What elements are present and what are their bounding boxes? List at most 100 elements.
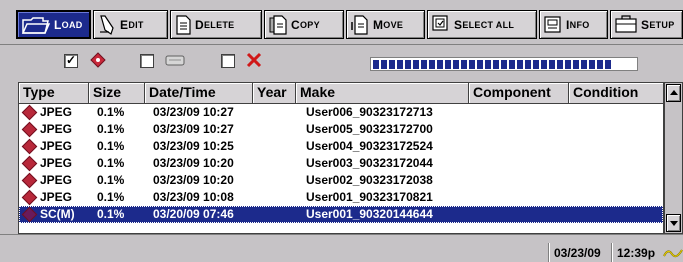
filter-checkbox-tape[interactable]	[140, 54, 154, 68]
scroll-down-button[interactable]	[666, 214, 681, 232]
table-row[interactable]: JPEG 0.1% 03/23/09 10:20 User002_9032317203…	[19, 172, 663, 189]
file-type-icon	[21, 138, 38, 155]
red-x-icon	[244, 50, 264, 73]
cell-component	[469, 104, 569, 121]
cell-year	[253, 155, 296, 172]
table-row[interactable]: JPEG 0.1% 03/23/09 10:27 User005_9032317270…	[19, 121, 663, 138]
column-header-size[interactable]: Size	[89, 83, 145, 103]
setup-button[interactable]: S ETUP	[610, 10, 683, 39]
copy-icon	[269, 14, 287, 35]
progress-segment	[597, 59, 603, 69]
cell-datetime: 03/20/09 07:46	[153, 207, 234, 221]
file-type-icon	[21, 104, 38, 121]
table-body: JPEG 0.1% 03/23/09 10:27 User006_9032317271…	[19, 104, 663, 223]
cell-type: JPEG	[19, 155, 89, 172]
table-row[interactable]: JPEG 0.1% 03/23/09 10:20 User003_9032317204…	[19, 155, 663, 172]
column-header-make[interactable]: Make	[296, 83, 469, 103]
info-icon	[544, 15, 561, 33]
progress-segment	[469, 59, 475, 69]
cell-make: User005_90323172700	[306, 122, 433, 136]
table-header: Type Size Date/Time Year Make Component …	[19, 83, 663, 104]
select-all-button[interactable]: S ELECT ALL	[427, 10, 537, 39]
cell-type: JPEG	[19, 189, 89, 206]
folder-icon	[21, 16, 51, 34]
load-button[interactable]: L OAD	[16, 10, 91, 39]
power-plug-icon	[662, 246, 683, 262]
table-row[interactable]: SC(M) 0.1% 03/20/09 07:46 User001_903201446…	[19, 206, 663, 223]
cell-make: User004_90323172524	[306, 139, 433, 153]
cell-type: JPEG	[19, 104, 89, 121]
file-table: Type Size Date/Time Year Make Component …	[18, 82, 664, 234]
move-button[interactable]: M OVE	[346, 10, 425, 39]
cell-size: 0.1%	[97, 139, 125, 153]
scroll-up-button[interactable]	[666, 84, 681, 102]
cell-size: 0.1%	[97, 122, 125, 136]
status-date: 03/23/09	[548, 243, 606, 262]
cell-component	[469, 121, 569, 138]
progress-segment	[437, 59, 443, 69]
progress-segment	[541, 59, 547, 69]
toolbox-icon	[615, 14, 637, 33]
cell-type: JPEG	[19, 138, 89, 155]
cell-year	[253, 189, 296, 206]
copy-button[interactable]: C OPY	[264, 10, 344, 39]
status-bar: 03/23/09 12:39p	[0, 234, 683, 262]
cell-make: User001_90320144644	[306, 207, 433, 221]
table-row[interactable]: JPEG 0.1% 03/23/09 10:25 User004_9032317252…	[19, 138, 663, 155]
cell-component	[469, 206, 569, 223]
column-header-type[interactable]: Type	[19, 83, 89, 103]
column-header-component[interactable]: Component	[469, 83, 569, 103]
table-row[interactable]: JPEG 0.1% 03/23/09 10:27 User006_9032317271…	[19, 104, 663, 121]
progress-segment	[557, 59, 563, 69]
column-header-condition[interactable]: Condition	[569, 83, 663, 103]
progress-segment	[381, 59, 387, 69]
cell-condition	[569, 138, 663, 155]
progress-segment	[533, 59, 539, 69]
progress-segment	[405, 59, 411, 69]
delete-button[interactable]: D ELETE	[170, 10, 262, 39]
progress-segment	[477, 59, 483, 69]
progress-bar	[370, 57, 638, 71]
cell-make: User002_90323172038	[306, 173, 433, 187]
image-tag-icon	[88, 50, 108, 73]
file-type-icon	[21, 206, 38, 223]
file-type-icon	[21, 155, 38, 172]
progress-segment	[421, 59, 427, 69]
cell-year	[253, 172, 296, 189]
move-icon	[351, 14, 368, 35]
cell-condition	[569, 121, 663, 138]
progress-segment	[589, 59, 595, 69]
vertical-scrollbar[interactable]	[664, 82, 683, 234]
edit-button[interactable]: E DIT	[93, 10, 168, 39]
cell-component	[469, 172, 569, 189]
progress-segment	[461, 59, 467, 69]
cell-datetime: 03/23/09 10:27	[153, 105, 234, 119]
progress-segment	[573, 59, 579, 69]
progress-segment	[445, 59, 451, 69]
filter-checkbox-delete[interactable]	[221, 54, 235, 68]
progress-segment	[581, 59, 587, 69]
cell-size: 0.1%	[97, 190, 125, 204]
cell-condition	[569, 104, 663, 121]
progress-segment	[517, 59, 523, 69]
arrow-down-icon	[670, 221, 678, 226]
tape-icon	[163, 50, 187, 73]
progress-segment	[605, 59, 611, 69]
progress-segment	[429, 59, 435, 69]
cell-datetime: 03/23/09 10:08	[153, 190, 234, 204]
progress-segment	[389, 59, 395, 69]
column-header-year[interactable]: Year	[253, 83, 296, 103]
cell-component	[469, 189, 569, 206]
cell-condition	[569, 172, 663, 189]
cell-year	[253, 121, 296, 138]
progress-segment	[453, 59, 459, 69]
cell-year	[253, 104, 296, 121]
table-row[interactable]: JPEG 0.1% 03/23/09 10:08 User001_9032317082…	[19, 189, 663, 206]
info-button[interactable]: I NFO	[539, 10, 608, 39]
cell-condition	[569, 189, 663, 206]
cell-size: 0.1%	[97, 173, 125, 187]
filter-checkbox-images[interactable]: ✓	[64, 54, 78, 68]
toolbar: L OAD E DIT D ELETE C OPY M OVE S ELECT …	[0, 0, 683, 45]
cell-datetime: 03/23/09 10:25	[153, 139, 234, 153]
column-header-datetime[interactable]: Date/Time	[145, 83, 253, 103]
